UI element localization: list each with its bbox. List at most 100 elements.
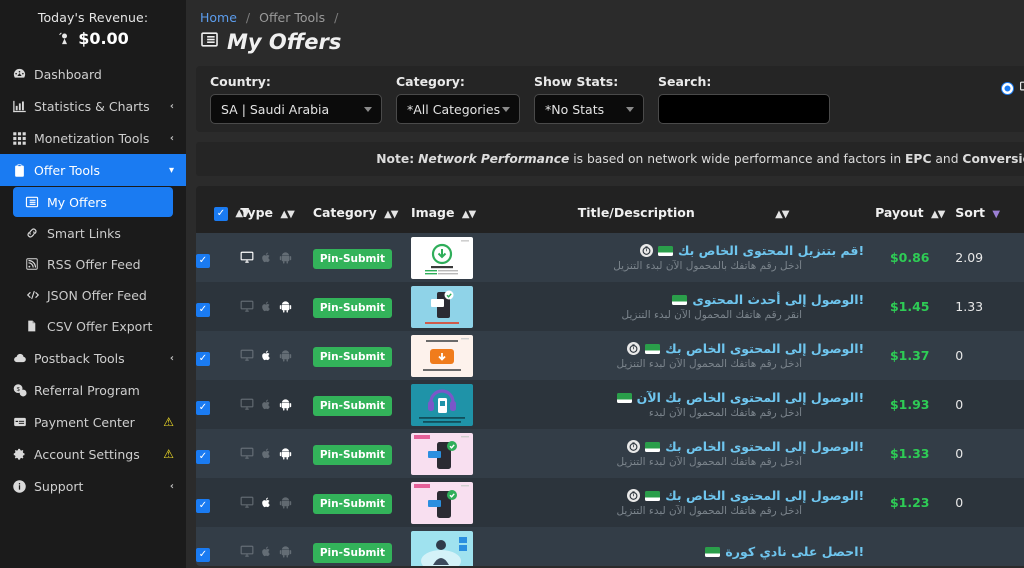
row-checkbox[interactable]: ✓ [196, 498, 210, 513]
sort-icon-active[interactable]: ▼ [992, 209, 1000, 220]
sidebar-item-my-offers[interactable]: My Offers [13, 187, 173, 217]
android-icon [279, 300, 292, 313]
search-input[interactable] [658, 94, 830, 124]
category-select[interactable]: *All Categories [396, 94, 520, 124]
desktop-icon [240, 398, 254, 411]
sidebar-item-smart-links[interactable]: Smart Links [13, 218, 173, 248]
category-badge[interactable]: Pin-Submit [312, 493, 393, 514]
breadcrumb-home[interactable]: Home [200, 10, 237, 25]
show-stats-select[interactable]: *No Stats [534, 94, 644, 124]
sort-icon[interactable]: ▲▼ [775, 209, 789, 220]
breadcrumb-offer-tools[interactable]: Offer Tools [259, 10, 325, 25]
sort-icon[interactable]: ▲▼ [462, 209, 476, 220]
column-header-select-all[interactable]: ✓ ▲▼ [196, 192, 250, 233]
row-sort-cell: 0 [955, 495, 964, 510]
sidebar-item-csv-offer-export[interactable]: CSV Offer Export [13, 311, 173, 341]
row-sort-cell: 0 [955, 446, 964, 461]
category-badge[interactable]: Pin-Submit [312, 542, 393, 563]
row-select-cell[interactable]: ✓ [196, 527, 240, 566]
sort-icon[interactable]: ▲▼ [280, 209, 294, 220]
offer-title[interactable]: !قم بتنزيل المحتوى الخاص بك [678, 243, 864, 258]
column-header-image[interactable]: Image ▲▼ [411, 192, 502, 233]
table-row[interactable]: ✓ Pin-Submit !الوصول إلى المحتوى الخاص بك أ… [196, 478, 1024, 527]
offer-title[interactable]: !احصل على نادي كورة [725, 544, 864, 559]
row-select-cell[interactable]: ✓ [196, 331, 240, 380]
sidebar-item-account-settings[interactable]: Account Settings ⚠ [0, 438, 186, 470]
column-header-payout[interactable]: Payout ▲▼ [864, 192, 955, 233]
row-checkbox[interactable]: ✓ [196, 547, 210, 562]
offer-thumbnail[interactable] [410, 432, 473, 475]
row-checkbox[interactable]: ✓ [196, 449, 210, 464]
table-row[interactable]: ✓ Pin-Submit !قم بتنزيل المحتوى الخاص بك أد… [196, 233, 1024, 282]
offer-title[interactable]: !الوصول إلى المحتوى الخاص بك [665, 488, 864, 503]
sidebar-item-statistics-charts[interactable]: Statistics & Charts ‹ [0, 90, 186, 122]
row-image-cell [410, 233, 502, 282]
column-header-type[interactable]: Type ▲▼ [240, 192, 312, 233]
row-select-cell[interactable]: ✓ [196, 282, 240, 331]
sidebar-item-postback-tools[interactable]: Postback Tools ‹ [0, 342, 186, 374]
table-row[interactable]: ✓ Pin-Submit !الوصول إلى المحتوى الخاص بك … [196, 380, 1024, 429]
column-header-category[interactable]: Category ▲▼ [313, 192, 411, 233]
row-title-cell: !احصل على نادي كورة [502, 527, 864, 566]
offer-title[interactable]: !الوصول إلى المحتوى الخاص بك الآن [637, 390, 865, 405]
row-category-cell: Pin-Submit [312, 380, 411, 429]
row-checkbox[interactable]: ✓ [196, 253, 210, 268]
link-icon [25, 226, 47, 240]
sidebar-item-payment-center[interactable]: Payment Center ⚠ [0, 406, 186, 438]
table-row[interactable]: ✓ Pin-Submit !احصل على نادي كورة [196, 527, 1024, 566]
sidebar-item-offer-tools[interactable]: Offer Tools ▾ [0, 154, 186, 186]
sort-icon[interactable]: ▲▼ [931, 209, 945, 220]
row-type-cell [240, 527, 312, 566]
sidebar-item-support[interactable]: Support ‹ [0, 470, 186, 502]
offer-description: انقر رقم هاتفك المحمول الآن لبدء التنزيل [621, 309, 803, 321]
warning-icon: ⚠ [163, 447, 174, 461]
country-select[interactable]: SA | Saudi Arabia [210, 94, 382, 124]
category-badge[interactable]: Pin-Submit [312, 395, 393, 416]
list-icon [25, 195, 47, 209]
sidebar-item-label: Statistics & Charts [34, 98, 150, 114]
row-checkbox[interactable]: ✓ [196, 302, 210, 317]
select-all-checkbox[interactable]: ✓ [214, 207, 228, 221]
row-select-cell[interactable]: ✓ [196, 233, 240, 282]
sidebar-item-json-offer-feed[interactable]: JSON Offer Feed [13, 280, 173, 310]
table-row[interactable]: ✓ Pin-Submit !الوصول إلى المحتوى الخاص بك أ… [196, 429, 1024, 478]
sidebar-item-referral-program[interactable]: $ Referral Program [0, 374, 186, 406]
table-row[interactable]: ✓ Pin-Submit !الوصول إلى أحدث المحتوى انقر … [196, 282, 1024, 331]
category-badge[interactable]: Pin-Submit [312, 346, 393, 367]
sort-icon[interactable]: ▲▼ [384, 209, 398, 220]
row-select-cell[interactable]: ✓ [196, 380, 240, 429]
note-mid: and [931, 152, 963, 166]
chevron-down-icon [364, 106, 372, 112]
sidebar-item-monetization-tools[interactable]: Monetization Tools ‹ [0, 122, 186, 154]
offer-thumbnail[interactable] [410, 285, 473, 328]
chevron-left-icon: ‹ [169, 352, 174, 364]
row-payout-cell: $1.45 [889, 299, 930, 314]
sidebar-item-dashboard[interactable]: Dashboard [0, 58, 186, 90]
table-row[interactable]: ✓ Pin-Submit !الوصول إلى المحتوى الخاص بك أ… [196, 331, 1024, 380]
category-badge[interactable]: Pin-Submit [312, 444, 393, 465]
offer-thumbnail[interactable] [410, 530, 473, 566]
category-badge[interactable]: Pin-Submit [312, 248, 393, 269]
apple-icon [261, 398, 272, 411]
row-sort-cell: 0 [955, 348, 964, 363]
offer-title[interactable]: !الوصول إلى المحتوى الخاص بك [665, 341, 864, 356]
row-select-cell[interactable]: ✓ [196, 478, 240, 527]
row-category-cell: Pin-Submit [312, 478, 411, 527]
offer-title[interactable]: !الوصول إلى أحدث المحتوى [692, 292, 864, 307]
column-header-title-description[interactable]: Title/Description ▲▼ [502, 192, 864, 233]
sidebar-item-rss-offer-feed[interactable]: RSS Offer Feed [13, 249, 173, 279]
offers-table-head: ✓ ▲▼ Type ▲▼ Category ▲▼ Image ▲▼ Title/… [196, 192, 1024, 233]
offer-title[interactable]: !الوصول إلى المحتوى الخاص بك [665, 439, 864, 454]
saudi-arabia-flag-icon [657, 245, 673, 256]
offer-thumbnail[interactable] [410, 481, 473, 524]
device-radio-all[interactable] [1001, 83, 1013, 94]
offer-thumbnail[interactable] [410, 334, 473, 377]
row-checkbox[interactable]: ✓ [196, 400, 210, 415]
offer-thumbnail[interactable] [410, 383, 473, 426]
row-select-cell[interactable]: ✓ [196, 429, 240, 478]
category-filter: Category: *All Categories [396, 74, 520, 124]
offer-thumbnail[interactable] [410, 236, 473, 279]
row-checkbox[interactable]: ✓ [196, 351, 210, 366]
category-badge[interactable]: Pin-Submit [312, 297, 393, 318]
column-header-sort[interactable]: Sort ▼ [955, 192, 1024, 233]
